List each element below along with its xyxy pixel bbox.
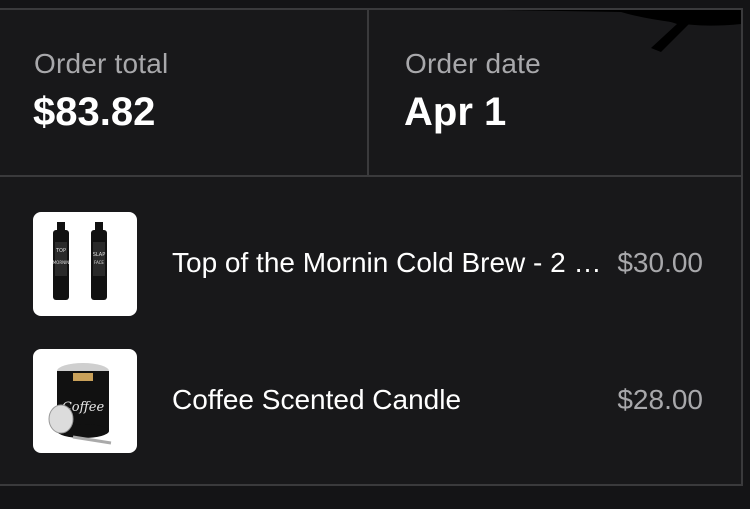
svg-text:SLAP: SLAP bbox=[93, 252, 106, 258]
order-date-label: Order date bbox=[405, 48, 541, 79]
order-total-cell: Order total $83.82 bbox=[0, 10, 369, 175]
order-total-label: Order total bbox=[34, 48, 169, 79]
order-summary: Order total $83.82 Order date Apr 1 bbox=[0, 10, 741, 177]
coffee-candle-image: Coffee bbox=[33, 349, 137, 453]
item-price: $30.00 bbox=[617, 247, 703, 278]
item-name: Coffee Scented Candle bbox=[172, 384, 462, 415]
order-item-candle[interactable]: Coffee Coffee Scented Candle $28.00 bbox=[0, 348, 741, 458]
order-date-value: Apr 1 bbox=[404, 90, 507, 134]
svg-text:TOP: TOP bbox=[55, 248, 66, 254]
svg-text:MORNIN: MORNIN bbox=[53, 260, 70, 265]
order-card: Order total $83.82 Order date Apr 1 TOP … bbox=[0, 8, 743, 486]
item-price: $28.00 bbox=[617, 384, 703, 415]
order-total-value: $83.82 bbox=[33, 90, 156, 134]
svg-text:FACE: FACE bbox=[94, 260, 104, 265]
item-name: Top of the Mornin Cold Brew - 2 Pack bbox=[172, 247, 608, 278]
order-item-cold-brew[interactable]: TOP MORNIN SLAP FACE Top of the Mornin C… bbox=[0, 211, 741, 321]
order-date-cell: Order date Apr 1 bbox=[369, 10, 741, 175]
cold-brew-bottles-image: TOP MORNIN SLAP FACE bbox=[33, 212, 137, 316]
